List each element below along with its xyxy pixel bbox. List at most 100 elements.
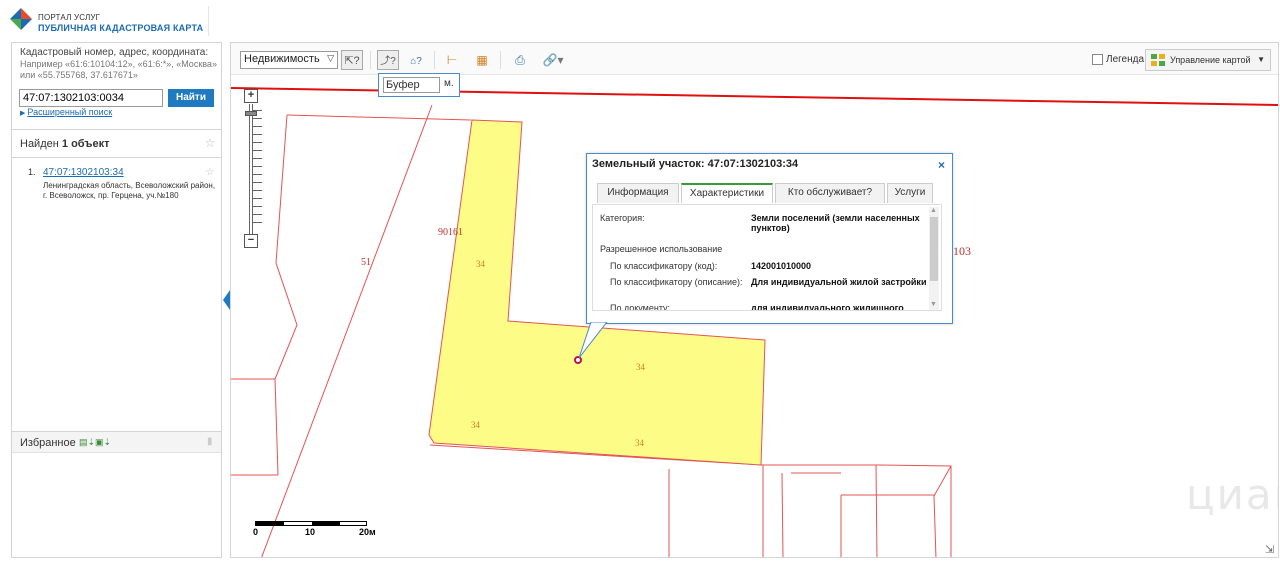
map-view[interactable]: 90161 51 103 34 34 34 34 циан Недвижимос… bbox=[230, 42, 1279, 558]
buffer-unit: м. bbox=[444, 78, 454, 89]
zoom-control: + − bbox=[244, 89, 262, 249]
scale-label: 10 bbox=[305, 527, 316, 537]
close-icon[interactable]: × bbox=[938, 158, 945, 172]
popup-body: Категория: Земли поселений (земли населе… bbox=[592, 204, 942, 311]
zoom-tick bbox=[252, 126, 262, 127]
brand-line1: ПОРТАЛ УСЛУГ bbox=[38, 13, 101, 22]
zoom-track[interactable] bbox=[249, 104, 262, 234]
zoom-tick bbox=[252, 206, 262, 207]
zoom-thumb[interactable] bbox=[245, 111, 257, 116]
scale-bar: 0 10 20м bbox=[253, 521, 376, 541]
search-hint-example: Например «61:6:10104:12», «61:6:*», «Мос… bbox=[20, 59, 217, 80]
link-tool-button[interactable]: 🔗▾ bbox=[537, 50, 569, 70]
zoom-tick bbox=[252, 118, 262, 119]
collapse-panel-handle[interactable] bbox=[223, 290, 230, 310]
search-hint-title: Кадастровый номер, адрес, координата: bbox=[20, 47, 209, 58]
brand-line2[interactable]: ПУБЛИЧНАЯ КАДАСТРОВАЯ КАРТА bbox=[38, 23, 203, 33]
parcel-outline bbox=[286, 114, 472, 121]
popup-tabs: Информация Характеристики Кто обслуживае… bbox=[597, 183, 947, 203]
found-count: Найден 1 объект bbox=[20, 138, 109, 150]
layer-select-value: Недвижимость bbox=[244, 53, 320, 65]
parcel-info-popup: Земельный участок: 47:07:1302103:34 × Ин… bbox=[586, 153, 953, 324]
tab-service[interactable]: Кто обслуживает? bbox=[775, 183, 885, 203]
measure-tool-button[interactable]: ⤴? bbox=[377, 50, 399, 70]
advanced-search-label: Расширенный поиск bbox=[27, 107, 113, 117]
zoom-tick bbox=[252, 166, 262, 167]
zoom-tick bbox=[252, 182, 262, 183]
advanced-search-link[interactable]: ▶ Расширенный поиск bbox=[20, 107, 112, 117]
map-management-dropdown[interactable]: Управление картой ▼ bbox=[1145, 49, 1271, 71]
layers-icon: ▦ bbox=[476, 53, 488, 67]
legend-checkbox[interactable] bbox=[1092, 54, 1103, 65]
scrollbar-thumb[interactable] bbox=[930, 217, 938, 281]
parcel-label: 103 bbox=[953, 244, 971, 258]
app-header: ПОРТАЛ УСЛУГ ПУБЛИЧНАЯ КАДАСТРОВАЯ КАРТА bbox=[0, 0, 1280, 42]
parcel-label: 90161 bbox=[438, 227, 463, 238]
layers-tool-button[interactable]: ▦ bbox=[471, 50, 493, 70]
legend-label: Легенда bbox=[1106, 54, 1145, 65]
export-icon[interactable]: ▤⇣▣⇣ bbox=[79, 437, 111, 448]
parcel-outline bbox=[261, 104, 433, 557]
popup-title: Земельный участок: 47:07:1302103:34 bbox=[592, 158, 799, 170]
row-label: Категория: bbox=[600, 213, 645, 223]
section-divider bbox=[12, 157, 221, 158]
star-icon[interactable]: ☆ bbox=[203, 136, 217, 150]
result-cad-link[interactable]: 47:07:1302103:34 bbox=[43, 167, 124, 178]
house-query-icon: ⌂? bbox=[410, 56, 422, 67]
parcel-label: 34 bbox=[635, 438, 645, 448]
ruler-icon: ⊢ bbox=[446, 53, 458, 67]
popup-pointer-shape bbox=[579, 322, 608, 359]
map-management-label: Управление картой bbox=[1170, 55, 1251, 65]
zoom-out-button[interactable]: − bbox=[244, 234, 258, 248]
find-button[interactable]: Найти bbox=[168, 89, 214, 107]
row-label: По документу: bbox=[610, 303, 671, 311]
row-value: Земли поселений (земли населенных пункто… bbox=[751, 213, 920, 233]
row-label: Разрешенное использование bbox=[600, 244, 723, 254]
resize-handle-icon[interactable]: ⇲ bbox=[1265, 543, 1274, 556]
portal-logo-icon[interactable] bbox=[8, 6, 34, 32]
zoom-tick bbox=[252, 222, 262, 223]
scale-label: 0 bbox=[253, 527, 259, 537]
popup-scrollbar[interactable]: ▲ ▼ bbox=[929, 207, 939, 310]
toolbar-divider bbox=[370, 51, 371, 69]
parcel-outline bbox=[781, 472, 784, 557]
triangle-right-icon: ▶ bbox=[20, 110, 26, 117]
zoom-tick bbox=[252, 198, 262, 199]
chevron-down-icon[interactable]: ▼ bbox=[930, 301, 937, 308]
row-label: По классификатору (код): bbox=[610, 261, 718, 271]
print-icon: ⎙ bbox=[515, 53, 525, 67]
zoom-tick bbox=[252, 214, 262, 215]
cursor-query-icon: ⇱? bbox=[344, 55, 360, 67]
parcel-outline bbox=[274, 114, 298, 476]
buffer-panel: м. bbox=[378, 73, 460, 97]
parcel-outline bbox=[933, 465, 952, 557]
identify-tool-button[interactable]: ⇱? bbox=[341, 50, 363, 70]
tab-characteristics[interactable]: Характеристики bbox=[681, 183, 773, 203]
print-tool-button[interactable]: ⎙ bbox=[509, 50, 531, 70]
favorites-label: Избранное bbox=[20, 437, 76, 449]
chevron-up-icon[interactable]: ▲ bbox=[930, 207, 937, 214]
popup-pointer bbox=[579, 322, 608, 359]
search-input[interactable] bbox=[19, 89, 163, 107]
scale-label: 20м bbox=[359, 527, 376, 537]
trash-icon[interactable]: ▮ bbox=[207, 436, 213, 447]
chevron-down-icon: ▼ bbox=[1257, 55, 1265, 64]
zoom-in-button[interactable]: + bbox=[244, 89, 258, 103]
tab-services[interactable]: Услуги bbox=[887, 183, 933, 203]
zoom-tick bbox=[252, 190, 262, 191]
layer-select[interactable]: Недвижимость ▽ bbox=[240, 51, 338, 69]
zoom-tick bbox=[252, 150, 262, 151]
scale-bar-graphic bbox=[255, 521, 367, 526]
ruler-tool-button[interactable]: ⊢ bbox=[441, 50, 463, 70]
buffer-input[interactable] bbox=[383, 77, 440, 93]
tab-info[interactable]: Информация bbox=[597, 183, 679, 203]
row-value: Для индивидуальной жилой застройки bbox=[751, 277, 927, 287]
toolbar-divider bbox=[434, 51, 435, 69]
watermark: циан bbox=[1186, 470, 1278, 519]
info-tool-button[interactable]: ⌂? bbox=[405, 50, 427, 70]
link-icon: 🔗▾ bbox=[542, 53, 564, 67]
parcel-label: 34 bbox=[636, 362, 646, 372]
star-icon[interactable]: ☆ bbox=[203, 166, 217, 180]
parcel-outline bbox=[875, 464, 952, 557]
measure-query-icon: ⤴? bbox=[380, 56, 396, 67]
